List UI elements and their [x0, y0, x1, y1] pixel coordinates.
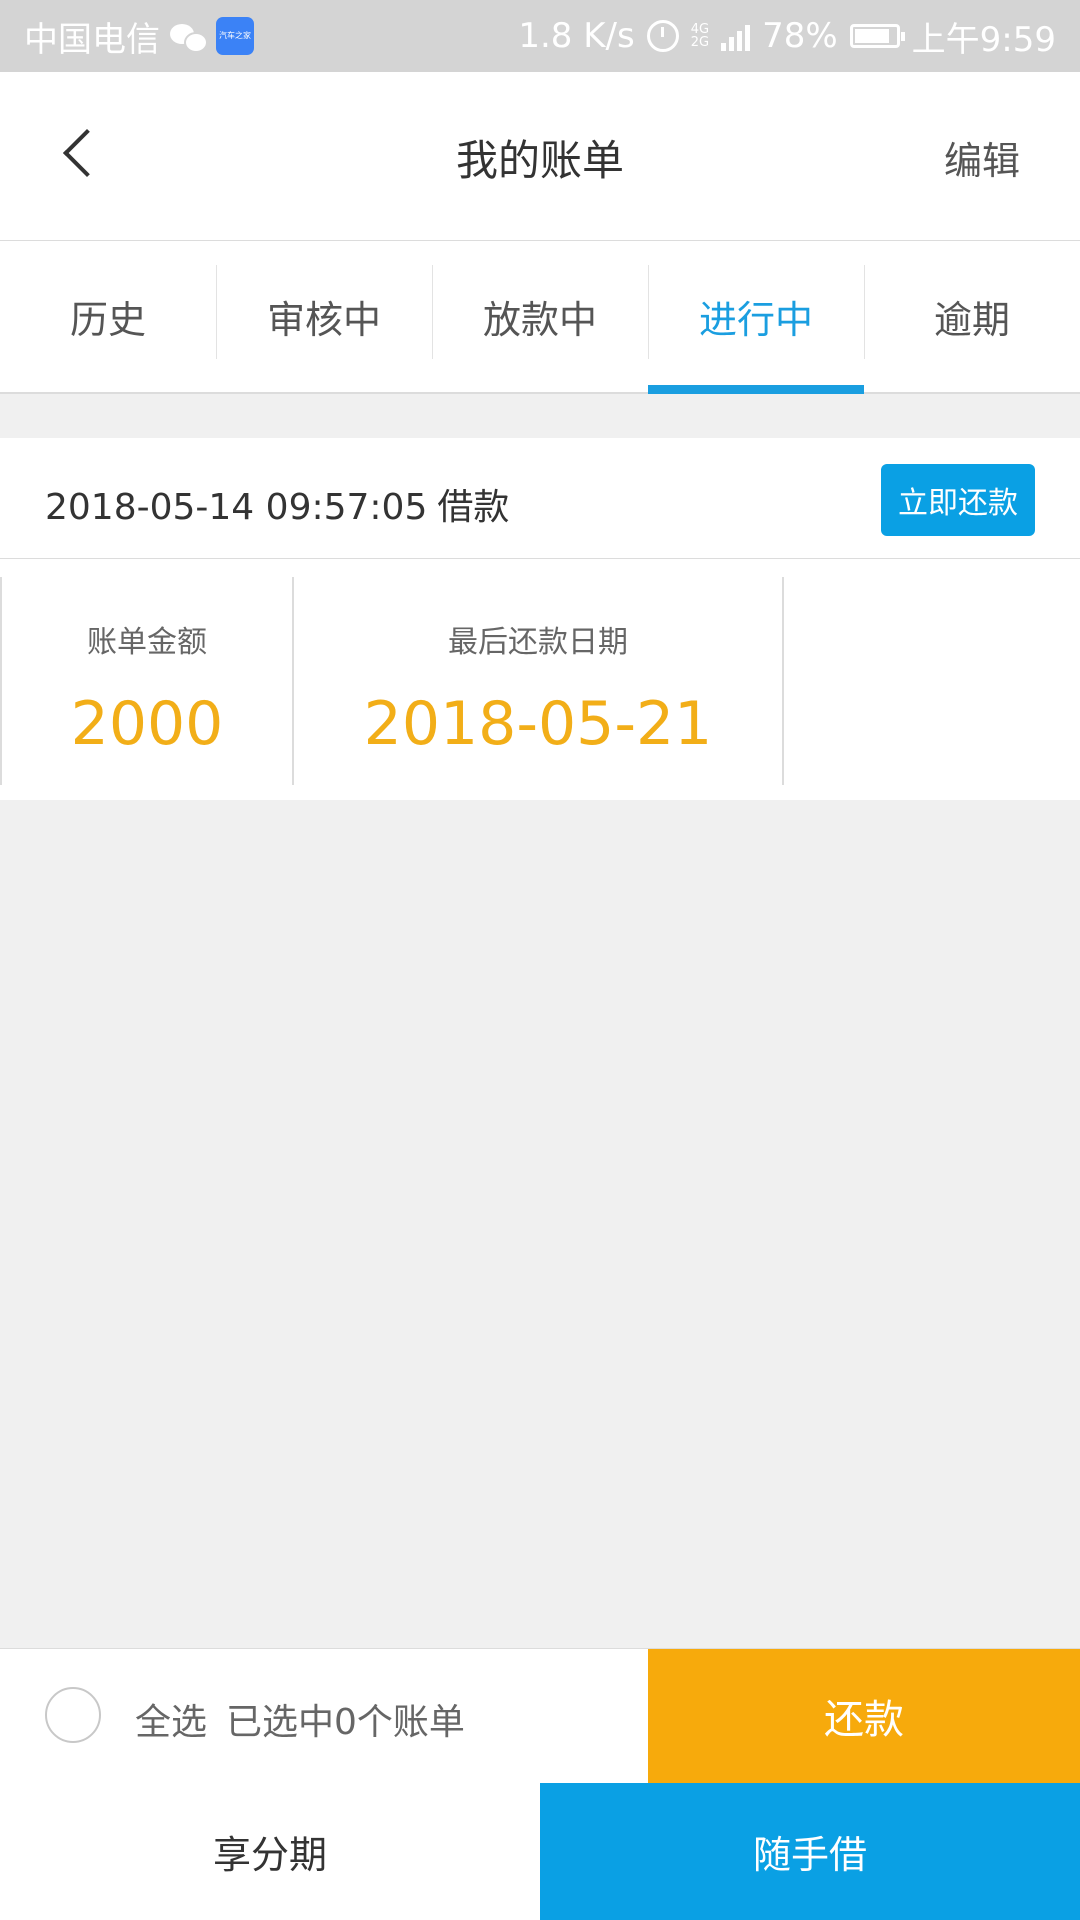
tab-overdue[interactable]: 逾期: [864, 241, 1080, 392]
network-type-icon: 4G 2G: [691, 23, 709, 49]
status-right: 1.8 K/s 4G 2G 78% 上午9:59: [518, 12, 1056, 61]
status-left: 中国电信 汽车之家: [24, 12, 254, 61]
repay-button[interactable]: 还款: [648, 1649, 1080, 1783]
bill-amount-label: 账单金额: [87, 625, 207, 660]
bill-datetime: 2018-05-14 09:57:05: [45, 487, 428, 528]
status-bar: 中国电信 汽车之家 1.8 K/s 4G 2G 78% 上午9:59: [0, 0, 1080, 72]
bill-type: 借款: [437, 487, 510, 528]
signal-icon: [721, 21, 751, 51]
bill-stats: 账单金额 2000 最后还款日期 2018-05-21: [0, 559, 1080, 801]
select-all-label[interactable]: 全选: [135, 1693, 207, 1745]
due-date-label: 最后还款日期: [448, 625, 628, 660]
repay-now-button[interactable]: 立即还款: [881, 464, 1035, 536]
bottom-nav: 享分期 随手借: [0, 1783, 1080, 1920]
tab-disbursing[interactable]: 放款中: [432, 241, 648, 392]
autohome-app-icon: 汽车之家: [216, 17, 254, 55]
wechat-icon: [170, 22, 208, 53]
page-title: 我的账单: [455, 136, 624, 185]
due-date-cell: 最后还款日期 2018-05-21: [294, 577, 784, 785]
due-date-value: 2018-05-21: [363, 689, 713, 759]
header: 我的账单 编辑: [0, 72, 1080, 241]
bill-card-header: 2018-05-14 09:57:05 借款 立即还款: [0, 438, 1080, 559]
edit-button[interactable]: 编辑: [944, 130, 1020, 185]
bill-amount-cell: 账单金额 2000: [0, 577, 294, 785]
tab-in-progress[interactable]: 进行中: [648, 241, 864, 394]
bill-status-tabs: 历史 审核中 放款中 进行中 逾期: [0, 241, 1080, 394]
select-bar: 全选 已选中0个账单 还款: [0, 1648, 1080, 1784]
clock: 上午9:59: [911, 19, 1056, 60]
carrier-name: 中国电信: [24, 19, 160, 60]
nav-installment[interactable]: 享分期: [0, 1783, 540, 1920]
tab-reviewing[interactable]: 审核中: [216, 241, 432, 392]
bill-title: 2018-05-14 09:57:05 借款: [45, 478, 509, 530]
tab-history[interactable]: 历史: [0, 241, 216, 392]
nav-borrow[interactable]: 随手借: [540, 1783, 1080, 1920]
net-speed: 1.8 K/s: [518, 16, 635, 56]
battery-icon: [849, 24, 905, 48]
bill-card: 2018-05-14 09:57:05 借款 立即还款 账单金额 2000 最后还…: [0, 438, 1080, 800]
select-all-checkbox[interactable]: [45, 1687, 101, 1743]
alarm-icon: [646, 20, 679, 52]
battery-percent: 78%: [762, 16, 838, 56]
bill-amount-value: 2000: [70, 689, 224, 759]
network-type-bottom: 2G: [690, 35, 710, 50]
selected-count-text: 已选中0个账单: [226, 1702, 465, 1743]
